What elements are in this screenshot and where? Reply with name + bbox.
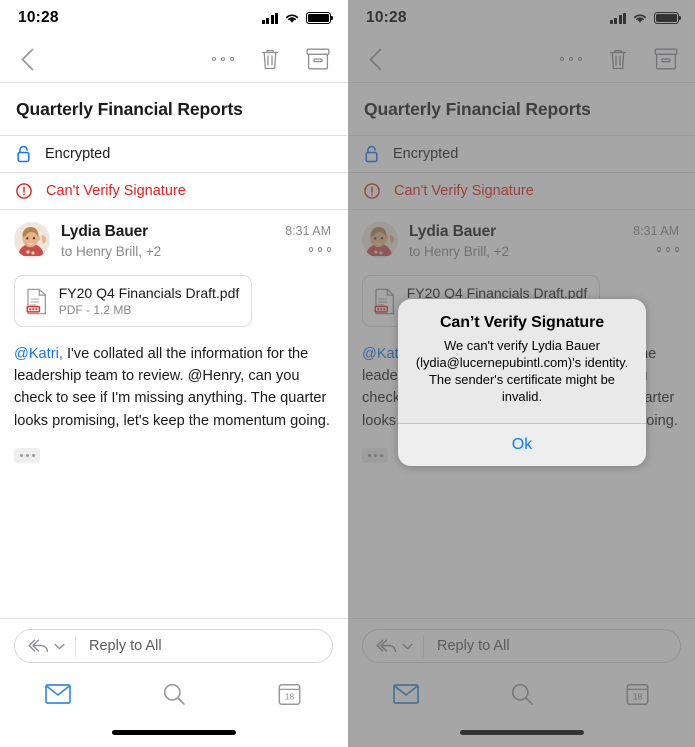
delete-button[interactable] <box>260 48 280 71</box>
exclamation-circle-icon <box>16 183 32 199</box>
calendar-icon: 18 <box>278 683 301 705</box>
sender-recipients[interactable]: to Henry Brill, +2 <box>61 244 274 259</box>
reply-input[interactable]: Reply to All <box>14 629 333 663</box>
svg-text:18: 18 <box>284 691 294 701</box>
search-icon <box>163 683 185 705</box>
reply-placeholder: Reply to All <box>89 638 162 654</box>
dialog-ok-button[interactable]: Ok <box>398 422 646 466</box>
email-body: @Katri, I've collated all the informatio… <box>0 327 347 432</box>
phone-screen-right: 10:28 <box>348 0 695 747</box>
reply-all-icon <box>28 639 49 653</box>
mention-katri[interactable]: @Katri, <box>14 346 63 362</box>
avatar-photo <box>14 222 50 258</box>
dialog-content: Can’t Verify Signature We can't verify L… <box>398 299 646 423</box>
phone-screen-left: 10:28 Quarterly Financial Reports Encryp… <box>0 0 347 747</box>
email-time: 8:31 AM <box>285 224 331 238</box>
body-empty-space <box>0 462 347 618</box>
email-subject: Quarterly Financial Reports <box>0 83 347 136</box>
archive-button[interactable] <box>306 48 330 70</box>
lock-icon <box>17 145 30 163</box>
banner-signature[interactable]: Can't Verify Signature <box>0 173 347 210</box>
battery-full-icon <box>306 12 334 24</box>
tab-mail[interactable] <box>0 671 116 717</box>
message-more-icon[interactable] <box>308 247 331 252</box>
home-indicator[interactable] <box>111 729 236 735</box>
dual-phone-screenshot: 10:28 Quarterly Financial Reports Encryp… <box>0 0 695 747</box>
archive-box-icon <box>306 48 330 70</box>
more-options-button[interactable] <box>211 56 234 62</box>
tab-calendar[interactable]: 18 <box>231 671 347 717</box>
back-button[interactable] <box>10 42 44 76</box>
attachment-name: FY20 Q4 Financials Draft.pdf <box>58 285 240 301</box>
tab-search[interactable] <box>116 671 232 717</box>
attachment-card[interactable]: FY20 Q4 Financials Draft.pdf PDF - 1.2 M… <box>14 275 252 327</box>
pdf-file-icon <box>26 288 46 314</box>
cant-verify-signature-dialog: Can’t Verify Signature We can't verify L… <box>398 299 646 466</box>
reply-bar: Reply to All <box>0 618 347 671</box>
mail-envelope-icon <box>44 684 71 704</box>
more-horizontal-icon <box>211 56 234 62</box>
status-indicators <box>261 12 334 24</box>
attachment-meta: PDF - 1.2 MB <box>58 303 132 317</box>
nav-toolbar <box>0 36 347 83</box>
chevron-left-icon <box>21 48 33 70</box>
banner-encrypted-label: Encrypted <box>45 146 111 162</box>
banner-signature-label: Can't Verify Signature <box>46 183 186 199</box>
expand-quoted-button[interactable] <box>14 447 40 463</box>
trash-icon <box>261 49 279 69</box>
status-clock: 10:28 <box>18 9 59 26</box>
status-bar: 10:28 <box>0 0 347 36</box>
wifi-icon <box>286 14 298 23</box>
chevron-down-icon[interactable] <box>54 643 65 650</box>
avatar[interactable] <box>14 222 50 258</box>
sender-name: Lydia Bauer <box>61 223 149 240</box>
sender-row[interactable]: Lydia Bauer to Henry Brill, +2 8:31 AM <box>0 210 347 269</box>
tab-bar: 18 <box>0 671 347 717</box>
cellular-signal-icon <box>261 12 278 24</box>
banner-encrypted[interactable]: Encrypted <box>0 136 347 173</box>
dialog-message: We can't verify Lydia Bauer (lydia@lucer… <box>415 338 629 405</box>
dialog-title: Can’t Verify Signature <box>439 314 605 331</box>
home-indicator-area <box>0 717 347 747</box>
